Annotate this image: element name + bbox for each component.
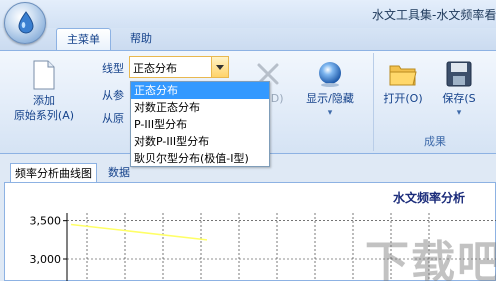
water-drop-icon	[18, 11, 34, 34]
folder-icon	[389, 65, 417, 86]
open-label: 打开(O)	[383, 92, 423, 105]
show-hide-dropdown-icon: ▾	[327, 108, 333, 118]
dropdown-option-p3[interactable]: P-III型分布	[131, 116, 269, 133]
dropdown-option-normal[interactable]: 正态分布	[131, 82, 269, 99]
watermark-text: 下载吧	[365, 237, 496, 281]
open-button[interactable]: 打开(O)	[378, 60, 428, 106]
show-hide-button[interactable]: 显示/隐藏 ▾	[298, 60, 362, 121]
results-group-label: 成果	[424, 135, 446, 148]
content-area: 频率分析曲线图 数据 3,500 3,000 水文频率分析 下载吧	[0, 155, 496, 281]
floppy-disk-icon	[446, 61, 472, 87]
app-menu-button[interactable]	[4, 2, 46, 44]
y-tick-label: 3,000	[30, 253, 62, 266]
sphere-icon	[319, 62, 341, 87]
save-button[interactable]: 保存(S ▾	[432, 60, 486, 121]
line-type-value: 正态分布	[133, 62, 177, 75]
add-series-label-2: 原始系列(A)	[13, 109, 75, 122]
save-label: 保存(S	[442, 92, 476, 105]
dropdown-option-lognormal[interactable]: 对数正态分布	[131, 99, 269, 116]
show-hide-label: 显示/隐藏	[306, 92, 354, 105]
chart-title: 水文频率分析	[393, 191, 466, 205]
chart-panel: 3,500 3,000 水文频率分析 下载吧	[4, 182, 496, 281]
title-bar: 水文工具集-水文频率看	[0, 0, 496, 28]
from-param-label: 从参	[102, 89, 124, 102]
dropdown-option-gumbel[interactable]: 耿贝尔型分布(极值-Ⅰ型)	[131, 150, 269, 167]
from-original-label: 从原	[102, 112, 124, 125]
chevron-down-icon[interactable]	[211, 57, 228, 77]
series-line	[70, 223, 208, 241]
line-type-select[interactable]: 正态分布	[129, 56, 229, 78]
tab-main-menu[interactable]: 主菜单	[56, 28, 111, 50]
ribbon-tabs: 主菜单 帮助	[0, 28, 496, 50]
tab-frequency-curve[interactable]: 频率分析曲线图	[10, 163, 97, 183]
save-dropdown-icon: ▾	[456, 108, 462, 118]
add-series-label-1: 添加	[33, 94, 55, 107]
line-type-label: 线型	[102, 62, 124, 75]
line-type-dropdown: 正态分布 对数正态分布 P-III型分布 对数P-III型分布 耿贝尔型分布(极…	[130, 81, 270, 167]
add-series-button[interactable]: 添加 原始系列(A)	[4, 60, 84, 123]
dropdown-option-log-p3[interactable]: 对数P-III型分布	[131, 133, 269, 150]
y-tick-label: 3,500	[30, 215, 62, 228]
window-title: 水文工具集-水文频率看	[372, 8, 496, 22]
tab-help[interactable]: 帮助	[120, 28, 162, 50]
blank-document-icon	[33, 60, 55, 90]
